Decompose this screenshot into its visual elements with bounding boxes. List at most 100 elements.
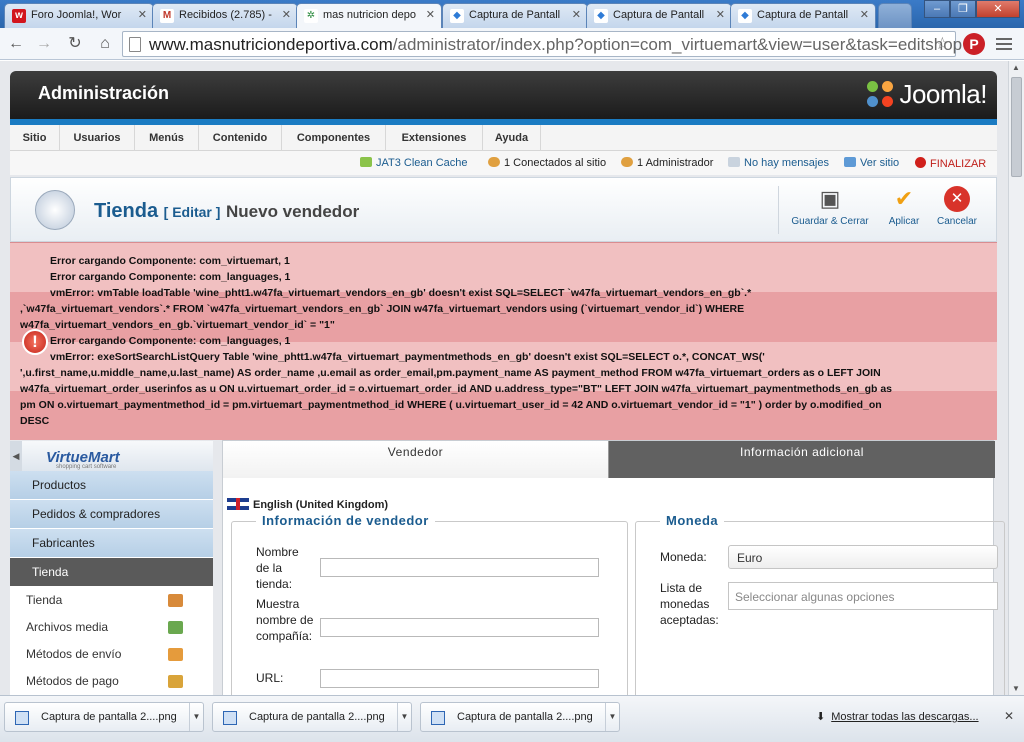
language-indicator: English (United Kingdom)	[227, 498, 388, 511]
close-tab-icon[interactable]: ✕	[860, 8, 869, 21]
download-item[interactable]: Captura de pantalla 2....png ▼	[420, 702, 620, 732]
error-line: pm ON o.virtuemart_paymentmethod_id = pm…	[20, 399, 882, 411]
sidebar-item-label: Archivos media	[26, 620, 109, 634]
truck-icon	[168, 648, 183, 661]
browser-tab[interactable]: M Recibidos (2.785) - ✕	[152, 3, 298, 28]
close-tab-icon[interactable]: ✕	[716, 8, 725, 21]
joomla-logo-icon	[867, 80, 895, 109]
address-bar[interactable]: www.masnutriciondeportiva.com/administra…	[122, 31, 962, 57]
error-line: DESC	[20, 415, 50, 427]
uk-flag-icon	[227, 498, 249, 510]
menu-sitio[interactable]: Sitio	[10, 125, 60, 151]
minimize-icon[interactable]: –	[924, 0, 950, 18]
sidebar-item-label: Métodos de pago	[26, 674, 119, 688]
chevron-down-icon[interactable]: ▼	[189, 703, 203, 731]
vendor-info-fieldset: Información de vendedor Nombre de la tie…	[231, 513, 628, 695]
browser-tab-active[interactable]: ✲ mas nutricion depo ✕	[296, 3, 442, 29]
chevron-down-icon[interactable]: ▼	[397, 703, 411, 731]
download-arrow-icon: ⬇	[816, 711, 826, 723]
page-title-text: Tienda	[94, 200, 159, 222]
users-icon	[488, 157, 500, 167]
edit-label: [ Editar ]	[163, 204, 221, 220]
store-name-input[interactable]	[320, 558, 599, 577]
browser-tab-strip: w Foro Joomla!, Wor ✕ M Recibidos (2.785…	[0, 0, 1024, 29]
sidebar-section-fabricantes[interactable]: Fabricantes	[10, 529, 213, 558]
gmail-icon: M	[160, 9, 174, 23]
url-input[interactable]	[320, 669, 599, 688]
button-label: Aplicar	[888, 216, 920, 227]
sidebar-item-label: Métodos de envío	[26, 647, 122, 661]
download-item[interactable]: Captura de pantalla 2....png ▼	[4, 702, 204, 732]
cancel-button[interactable]: ✕ Cancelar	[931, 186, 983, 227]
logout-icon	[915, 157, 926, 168]
menu-ayuda[interactable]: Ayuda	[483, 125, 541, 151]
clean-cache-link[interactable]: JAT3 Clean Cache	[360, 157, 468, 169]
window-controls: – ❐ ✕	[924, 0, 1020, 20]
vendor-info-legend: Información de vendedor	[256, 513, 435, 528]
tab-informacion-adicional[interactable]: Información adicional	[609, 441, 995, 478]
new-tab-button[interactable]	[878, 3, 912, 28]
payment-icon	[168, 675, 183, 688]
reload-icon[interactable]: ↻	[64, 33, 86, 55]
maximize-icon[interactable]: ❐	[950, 0, 976, 18]
menu-componentes[interactable]: Componentes	[282, 125, 386, 151]
sidebar-item-envio[interactable]: Métodos de envío	[10, 641, 213, 668]
download-item[interactable]: Captura de pantalla 2....png ▼	[212, 702, 412, 732]
chrome-menu-icon[interactable]	[996, 36, 1012, 52]
sidebar-item-media[interactable]: Archivos media	[10, 614, 213, 641]
page-scrollbar[interactable]: ▲ ▼	[1008, 61, 1024, 695]
home-icon[interactable]: ⌂	[94, 33, 116, 55]
forward-icon[interactable]: →	[33, 33, 55, 55]
sidebar-section-pedidos[interactable]: Pedidos & compradores	[10, 500, 213, 529]
close-tab-icon[interactable]: ✕	[282, 8, 291, 21]
tab-title: Recibidos (2.785) -	[179, 9, 272, 21]
admin-title: Administración	[38, 83, 170, 103]
save-close-button[interactable]: ▣ Guardar & Cerrar	[785, 186, 875, 227]
show-all-downloads-link[interactable]: ⬇ Mostrar todas las descargas...	[816, 710, 979, 723]
close-downloads-icon[interactable]: ✕	[1004, 709, 1014, 723]
sidebar-item-tienda[interactable]: Tienda	[10, 587, 213, 614]
page-header: Tienda [ Editar ] Nuevo vendedor ▣ Guarda…	[10, 177, 997, 242]
sidebar-section-productos[interactable]: Productos	[10, 471, 213, 500]
scroll-up-icon[interactable]: ▲	[1012, 63, 1020, 72]
currency-select[interactable]: Euro	[728, 545, 998, 569]
bookmark-star-icon[interactable]: ☆	[935, 34, 950, 54]
browser-toolbar: ← → ↻ ⌂ www.masnutriciondeportiva.com/ad…	[0, 28, 1024, 60]
chevron-down-icon[interactable]: ▼	[605, 703, 619, 731]
scrollbar-thumb[interactable]	[1011, 77, 1022, 177]
back-icon[interactable]: ←	[5, 33, 27, 55]
company-name-input[interactable]	[320, 618, 599, 637]
menu-contenido[interactable]: Contenido	[199, 125, 282, 151]
pinterest-icon[interactable]: P	[963, 33, 985, 55]
close-tab-icon[interactable]: ✕	[426, 8, 435, 21]
menu-menus[interactable]: Menús	[135, 125, 199, 151]
close-tab-icon[interactable]: ✕	[572, 8, 581, 21]
scroll-down-icon[interactable]: ▼	[1012, 684, 1020, 693]
tab-vendedor[interactable]: Vendedor	[223, 441, 609, 478]
accepted-currencies-input[interactable]: Seleccionar algunas opciones	[728, 582, 998, 610]
menu-usuarios[interactable]: Usuarios	[60, 125, 135, 151]
error-line: Error cargando Componente: com_languages…	[50, 335, 291, 347]
browser-tab[interactable]: ◆ Captura de Pantall ✕	[730, 3, 876, 28]
messages-link[interactable]: No hay mensajes	[728, 157, 829, 169]
collapse-sidebar-icon[interactable]: ◀	[10, 441, 22, 471]
view-site-link[interactable]: Ver sitio	[844, 157, 899, 169]
close-window-icon[interactable]: ✕	[976, 0, 1020, 18]
page-subtitle: Nuevo vendedor	[226, 202, 360, 221]
image-file-icon	[431, 711, 445, 725]
error-message-box: Error cargando Componente: com_virtuemar…	[10, 242, 997, 440]
menu-extensiones[interactable]: Extensiones	[386, 125, 483, 151]
logout-link[interactable]: FINALIZAR	[915, 157, 986, 170]
apply-button[interactable]: ✔ Aplicar	[881, 186, 927, 227]
sidebar-section-tienda[interactable]: Tienda	[10, 558, 213, 587]
page-title: Tienda [ Editar ] Nuevo vendedor	[94, 200, 359, 223]
monitor-icon	[844, 157, 856, 167]
browser-tab[interactable]: ◆ Captura de Pantall ✕	[442, 3, 588, 28]
dropbox-icon: ◆	[450, 9, 464, 23]
browser-tab[interactable]: ◆ Captura de Pantall ✕	[586, 3, 732, 28]
close-tab-icon[interactable]: ✕	[138, 8, 147, 21]
sidebar-item-pago[interactable]: Métodos de pago	[10, 668, 213, 695]
dropbox-icon: ◆	[594, 9, 608, 23]
browser-tab[interactable]: w Foro Joomla!, Wor ✕	[4, 3, 154, 28]
mail-icon	[728, 157, 740, 167]
